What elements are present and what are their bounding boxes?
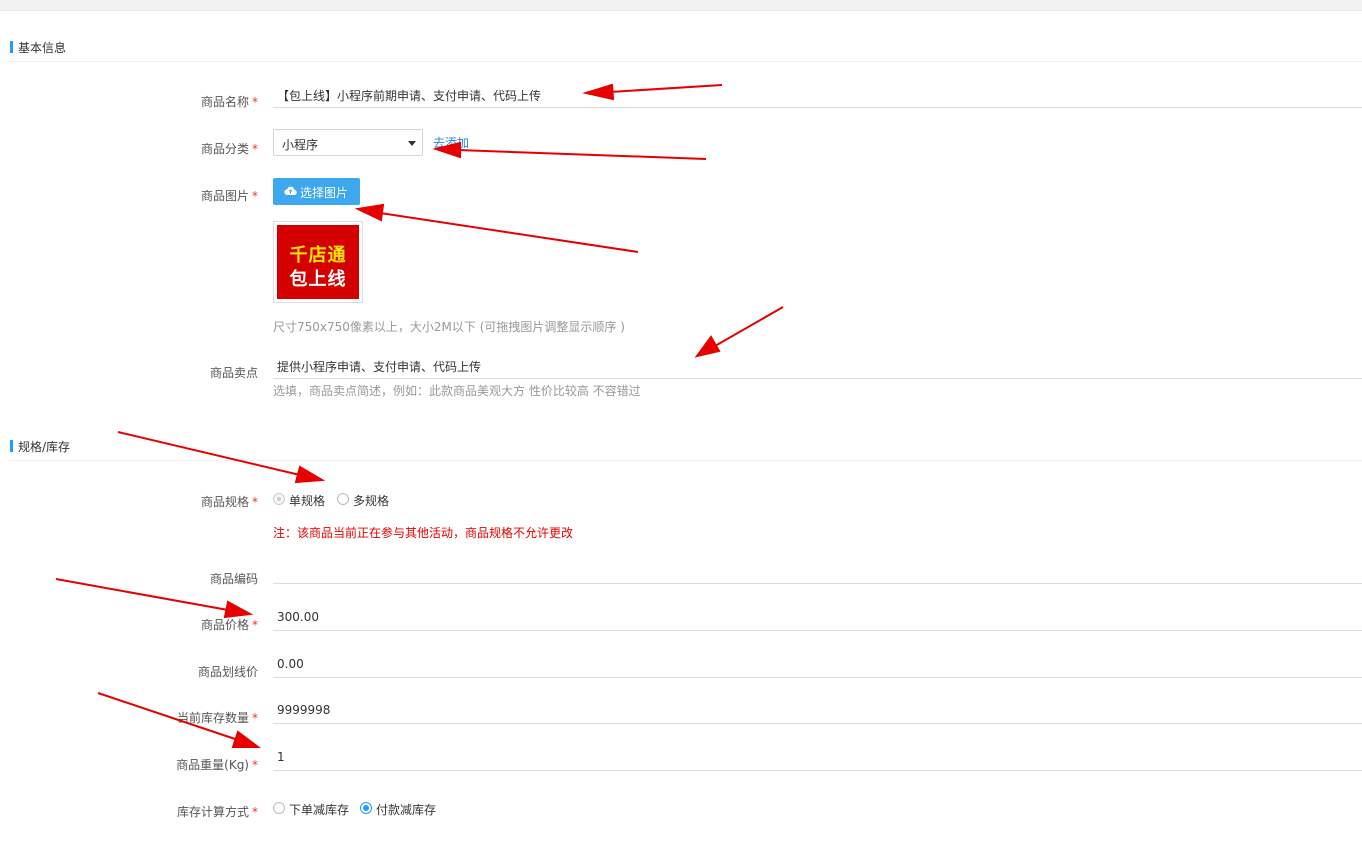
line-price-input[interactable]: 0.00 xyxy=(273,653,1362,678)
required-mark: * xyxy=(252,711,258,725)
required-mark: * xyxy=(252,189,258,203)
required-mark: * xyxy=(252,495,258,509)
required-mark: * xyxy=(252,618,258,632)
thumbnail-image: 千店通 包上线 xyxy=(277,225,359,299)
required-mark: * xyxy=(252,95,258,109)
line-price-label: 商品划线价 xyxy=(197,665,258,679)
section-marker xyxy=(10,440,13,452)
product-name-value: 【包上线】小程序前期申请、支付申请、代码上传 xyxy=(277,89,542,103)
annotation-arrow xyxy=(354,203,639,253)
category-select[interactable]: 小程序 xyxy=(273,129,423,156)
stock-method-option-label: 下单减库存 xyxy=(289,803,350,817)
spec-warning: 注：该商品当前正在参与其他活动，商品规格不允许更改 xyxy=(273,526,574,540)
thumbnail-text-1: 千店通 xyxy=(289,245,347,266)
category-label: 商品分类 * xyxy=(200,142,258,156)
selling-point-value: 提供小程序申请、支付申请、代码上传 xyxy=(277,360,482,374)
add-category-link[interactable]: 去添加 xyxy=(433,134,469,151)
product-name-label: 商品名称 * xyxy=(200,95,258,109)
spec-label: 商品规格 * xyxy=(200,495,258,509)
product-image-label: 商品图片 * xyxy=(200,189,258,203)
annotation-arrow xyxy=(694,306,784,358)
stock-input[interactable]: 9999998 xyxy=(273,699,1362,724)
selling-point-label: 商品卖点 xyxy=(209,366,258,380)
section-header-spec-stock: 规格/库存 xyxy=(8,432,1362,461)
stock-value: 9999998 xyxy=(277,703,331,717)
price-value: 300.00 xyxy=(277,610,319,624)
stock-label: 当前库存数量 * xyxy=(176,711,258,725)
section-title: 基本信息 xyxy=(18,41,67,55)
product-name-input[interactable]: 【包上线】小程序前期申请、支付申请、代码上传 xyxy=(273,83,1362,108)
select-image-button[interactable]: 选择图片 xyxy=(273,178,360,205)
radio-unchecked xyxy=(273,802,285,814)
spec-option-label: 单规格 xyxy=(289,494,326,508)
chevron-down-icon xyxy=(408,141,416,146)
thumbnail-text-2: 包上线 xyxy=(289,269,347,290)
code-input[interactable] xyxy=(273,559,1362,584)
select-image-label: 选择图片 xyxy=(300,186,349,200)
weight-label: 商品重量(Kg) * xyxy=(176,758,258,772)
line-price-value: 0.00 xyxy=(277,657,304,671)
annotation-arrow xyxy=(432,141,707,160)
code-label: 商品编码 xyxy=(209,572,258,586)
category-selected-value: 小程序 xyxy=(282,138,319,152)
required-mark: * xyxy=(252,758,258,772)
section-header-basic: 基本信息 xyxy=(8,33,1362,62)
weight-input[interactable]: 1 xyxy=(273,746,1362,771)
annotation-arrows xyxy=(55,83,784,748)
section-title: 规格/库存 xyxy=(18,440,71,454)
required-mark: * xyxy=(252,142,258,156)
radio-checked-disabled xyxy=(273,493,285,505)
required-mark: * xyxy=(252,805,258,819)
radio-checked xyxy=(360,802,372,814)
spec-option-label: 多规格 xyxy=(353,494,390,508)
image-hint: 尺寸750x750像素以上，大小2M以下 (可拖拽图片调整显示顺序 ) xyxy=(273,320,625,334)
selling-point-hint: 选填，商品卖点简述，例如：此款商品美观大方 性价比较高 不容错过 xyxy=(273,384,641,398)
stock-method-label: 库存计算方式 * xyxy=(176,805,258,819)
section-marker xyxy=(10,41,13,53)
price-label: 商品价格 * xyxy=(200,618,258,632)
top-strip xyxy=(0,0,1362,11)
radio-unchecked xyxy=(337,493,349,505)
product-image-thumbnail[interactable]: 千店通 包上线 xyxy=(273,221,363,303)
selling-point-input[interactable]: 提供小程序申请、支付申请、代码上传 xyxy=(273,354,1362,379)
stock-method-option-label: 付款减库存 xyxy=(376,803,437,817)
weight-value: 1 xyxy=(277,750,285,764)
cloud-upload-icon xyxy=(284,185,297,199)
price-input[interactable]: 300.00 xyxy=(273,606,1362,631)
